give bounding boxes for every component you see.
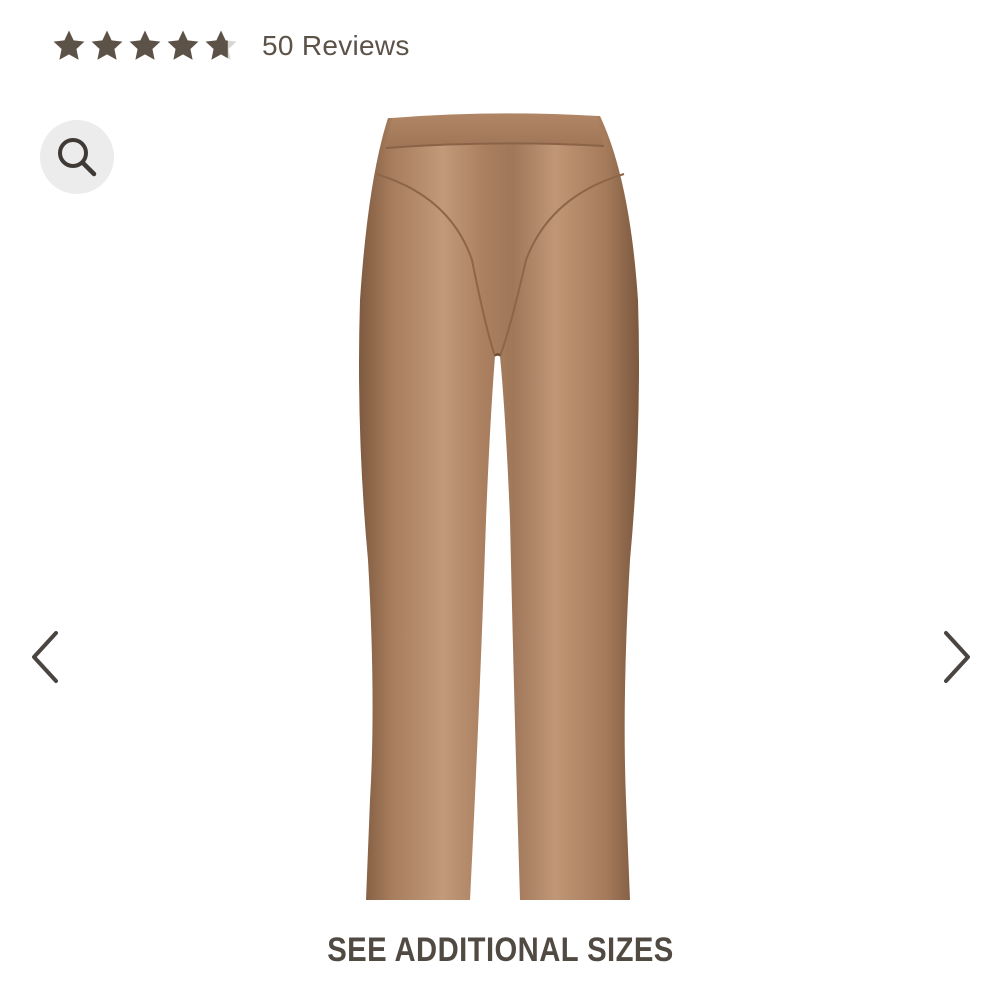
star-icon	[205, 30, 237, 60]
star-icon	[167, 30, 199, 60]
chevron-right-icon	[944, 631, 970, 683]
previous-image-button[interactable]	[14, 625, 74, 689]
additional-sizes-bar: SEE ADDITIONAL SIZES	[0, 900, 1000, 1000]
zoom-button[interactable]	[40, 120, 114, 194]
next-image-button[interactable]	[928, 625, 988, 689]
star-icon	[91, 30, 123, 60]
reviews-count-link[interactable]: 50 Reviews	[262, 30, 410, 62]
star-rating	[52, 29, 242, 63]
product-image-gallery	[0, 100, 1000, 1000]
see-additional-sizes-link[interactable]: SEE ADDITIONAL SIZES	[327, 931, 674, 970]
product-image	[359, 113, 639, 900]
search-icon	[58, 138, 97, 177]
star-icon	[53, 30, 85, 60]
chevron-left-icon	[32, 631, 58, 683]
star-icon	[129, 30, 161, 60]
product-rating[interactable]: 50 Reviews	[52, 26, 410, 66]
